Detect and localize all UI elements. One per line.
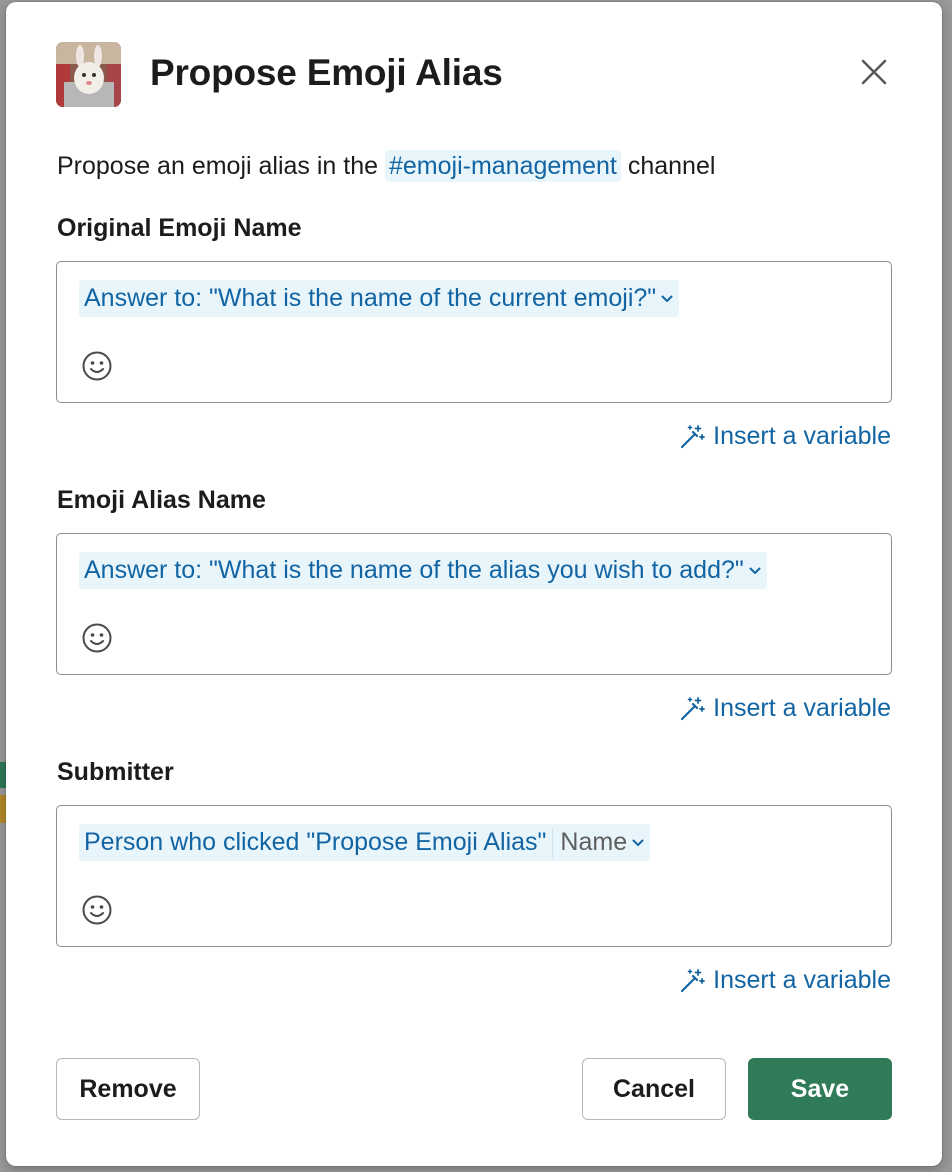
emoji-picker-button[interactable] [81,894,113,926]
close-button[interactable] [852,50,896,94]
emoji-picker-button[interactable] [81,622,113,654]
close-icon [861,59,887,85]
original-emoji-name-input[interactable]: Answer to: "What is the name of the curr… [56,261,892,403]
intro-suffix: channel [627,152,716,180]
variable-token[interactable]: Person who clicked "Propose Emoji Alias"… [79,824,651,861]
insert-variable-label: Insert a variable [713,966,891,994]
submitter-input[interactable]: Person who clicked "Propose Emoji Alias"… [56,805,892,947]
chevron-down-icon [661,295,673,303]
propose-emoji-alias-dialog: Propose Emoji Alias Propose an emoji ali… [6,2,942,1166]
save-button[interactable]: Save [748,1058,892,1120]
emoji-alias-name-label: Emoji Alias Name [57,486,266,514]
insert-variable-label: Insert a variable [713,694,891,722]
variable-token[interactable]: Answer to: "What is the name of the alia… [79,552,767,589]
channel-link[interactable]: #emoji-management [384,150,621,182]
remove-button[interactable]: Remove [56,1058,200,1120]
insert-variable-link[interactable]: Insert a variable [679,422,891,451]
emoji-smile-icon [82,351,112,381]
emoji-smile-icon [82,623,112,653]
variable-token-property: Name [560,828,628,856]
emoji-picker-button[interactable] [81,350,113,382]
intro-prefix: Propose an emoji alias in the [57,152,379,180]
chevron-down-icon [632,839,644,847]
variable-token-label: Answer to: "What is the name of the curr… [84,284,657,312]
magic-wand-icon [681,424,706,448]
variable-token-label: Person who clicked "Propose Emoji Alias" [84,828,547,856]
insert-variable-link[interactable]: Insert a variable [679,694,891,723]
cancel-button[interactable]: Cancel [582,1058,726,1120]
magic-wand-icon [681,696,706,720]
submitter-label: Submitter [57,758,174,786]
insert-variable-link[interactable]: Insert a variable [679,966,891,995]
original-emoji-name-label: Original Emoji Name [57,214,302,242]
workflow-app-avatar [56,42,121,107]
token-divider [552,827,554,858]
emoji-smile-icon [82,895,112,925]
insert-variable-label: Insert a variable [713,422,891,450]
variable-token-label: Answer to: "What is the name of the alia… [84,556,744,584]
variable-token[interactable]: Answer to: "What is the name of the curr… [79,280,680,317]
magic-wand-icon [681,968,706,992]
dialog-title: Propose Emoji Alias [150,52,503,93]
dialog-description: Propose an emoji alias in the #emoji-man… [57,150,716,182]
chevron-down-icon [749,567,761,575]
emoji-alias-name-input[interactable]: Answer to: "What is the name of the alia… [56,533,892,675]
